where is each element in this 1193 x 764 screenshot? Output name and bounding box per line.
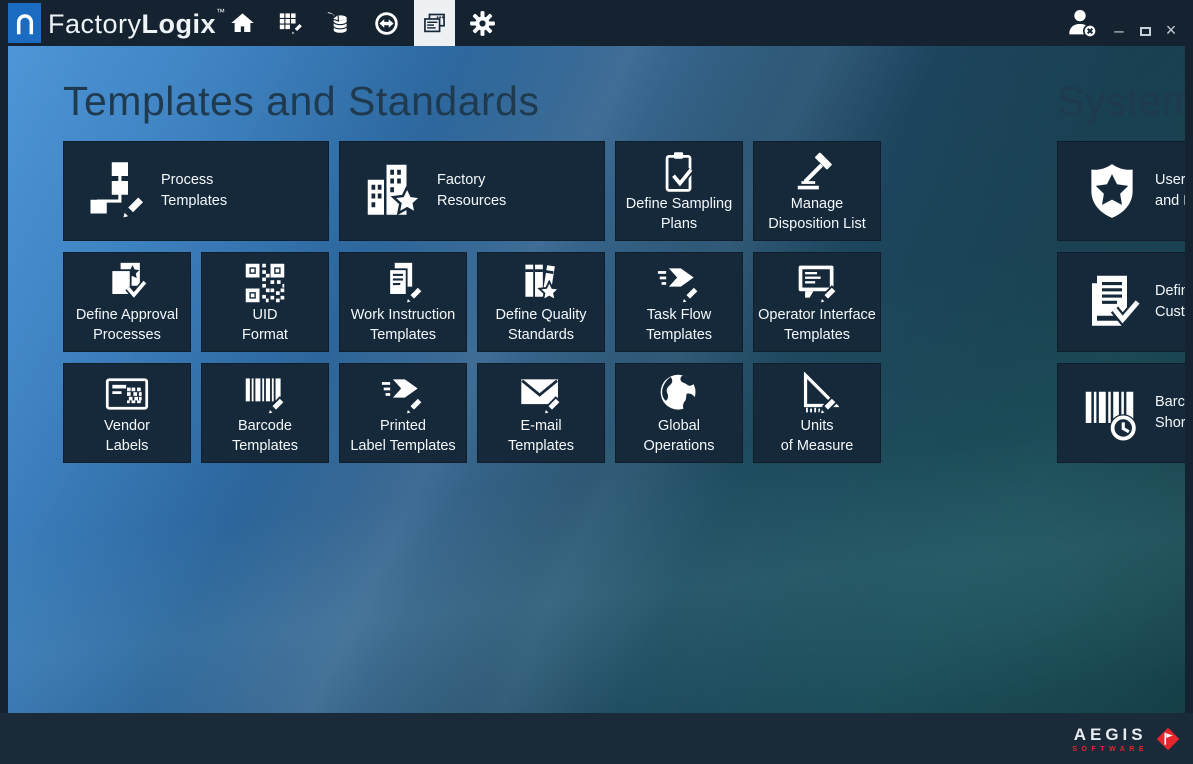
tile-label: UIDFormat — [204, 305, 326, 345]
aegis-flag-icon — [1153, 724, 1183, 754]
section-title-system: System — [1057, 78, 1185, 125]
tile-uid-qr[interactable]: UIDFormat — [201, 252, 329, 352]
tile-operator-interface[interactable]: Operator InterfaceTemplates — [753, 252, 881, 352]
quality-standards-icon — [519, 261, 563, 305]
aegis-software-text: SOFTWARE — [1072, 746, 1148, 753]
vendor-labels-icon — [105, 372, 149, 416]
printed-label-icon — [381, 372, 425, 416]
define-customers-icon — [1082, 272, 1142, 332]
tile-label: VendorLabels — [66, 416, 188, 456]
tile-task-flow[interactable]: Task FlowTemplates — [615, 252, 743, 352]
tile-globe[interactable]: GlobalOperations — [615, 363, 743, 463]
product-definition-icon[interactable] — [270, 0, 311, 46]
maximize-button[interactable] — [1137, 24, 1153, 38]
bottom-bar: AEGIS SOFTWARE — [0, 713, 1193, 764]
approval-processes-icon — [105, 261, 149, 305]
tile-vendor-labels[interactable]: VendorLabels — [63, 363, 191, 463]
tile-label: ProcessTemplates — [161, 170, 324, 212]
app-window: FactoryLogix™ –× Templates and Standards… — [0, 0, 1193, 764]
tile-label: BarcodeTemplates — [204, 416, 326, 456]
factory-resources-icon — [364, 161, 424, 221]
sampling-plans-icon — [657, 150, 701, 194]
tile-label: Define ApprovalProcesses — [66, 305, 188, 345]
aegis-brand-text: AEGIS — [1072, 725, 1148, 745]
users-roles-icon — [1082, 161, 1142, 221]
tile-factory-resources[interactable]: FactoryResources — [339, 141, 605, 241]
task-flow-icon — [657, 261, 701, 305]
globe-icon — [657, 372, 701, 416]
tile-sampling-plans[interactable]: Define SamplingPlans — [615, 141, 743, 241]
operator-interface-icon — [795, 261, 839, 305]
work-instruction-icon — [381, 261, 425, 305]
tile-label: Task FlowTemplates — [618, 305, 740, 345]
main-nav — [222, 0, 510, 46]
aegis-wordmark: AEGIS SOFTWARE — [1072, 725, 1148, 753]
tile-email[interactable]: E-mailTemplates — [477, 363, 605, 463]
tile-label: Define SamplingPlans — [618, 194, 740, 234]
home-icon[interactable] — [222, 0, 263, 46]
tile-units-measure[interactable]: Unitsof Measure — [753, 363, 881, 463]
tile-label: Work InstructionTemplates — [342, 305, 464, 345]
app-logo-icon — [8, 3, 41, 43]
tile-disposition-gavel[interactable]: ManageDisposition List — [753, 141, 881, 241]
section-title-templates-and-standards: Templates and Standards — [63, 78, 539, 125]
tile-define-customers[interactable]: DefineCustomers — [1057, 252, 1185, 352]
barcode-clock-icon — [1082, 383, 1142, 443]
tile-quality-standards[interactable]: Define QualityStandards — [477, 252, 605, 352]
close-button[interactable]: × — [1163, 24, 1179, 38]
tile-label: FactoryResources — [437, 170, 600, 212]
disposition-gavel-icon — [795, 150, 839, 194]
import-data-icon[interactable] — [318, 0, 359, 46]
tile-label: E-mailTemplates — [480, 416, 602, 456]
process-templates-icon — [88, 161, 148, 221]
user-offline-icon[interactable] — [1066, 7, 1098, 39]
aegis-logo: AEGIS SOFTWARE — [1072, 724, 1183, 754]
settings-icon[interactable] — [462, 0, 503, 46]
tile-work-instruction[interactable]: Work InstructionTemplates — [339, 252, 467, 352]
uid-qr-icon — [243, 261, 287, 305]
top-bar: FactoryLogix™ –× — [0, 0, 1193, 46]
tile-process-templates[interactable]: ProcessTemplates — [63, 141, 329, 241]
content-area: Templates and Standards System ProcessTe… — [8, 46, 1185, 713]
minimize-button[interactable]: – — [1111, 24, 1127, 38]
tile-users-roles[interactable]: Usersand Roles — [1057, 141, 1185, 241]
tile-label: Usersand Roles — [1155, 170, 1185, 212]
tile-label: GlobalOperations — [618, 416, 740, 456]
brand-bold: Logix — [142, 9, 217, 39]
tile-barcode-pencil[interactable]: BarcodeTemplates — [201, 363, 329, 463]
tile-label: DefineCustomers — [1155, 281, 1185, 323]
transfer-icon[interactable] — [366, 0, 407, 46]
brand-regular: Factory — [48, 9, 142, 39]
templates-icon[interactable] — [414, 0, 455, 46]
tile-printed-label[interactable]: PrintedLabel Templates — [339, 363, 467, 463]
tile-barcode-clock[interactable]: BarcodeShortcuts — [1057, 363, 1185, 463]
units-measure-icon — [795, 372, 839, 416]
tile-label: ManageDisposition List — [756, 194, 878, 234]
tile-label: BarcodeShortcuts — [1155, 392, 1185, 434]
barcode-pencil-icon — [243, 372, 287, 416]
brand-name: FactoryLogix™ — [48, 7, 225, 40]
tile-label: Operator InterfaceTemplates — [756, 305, 878, 345]
maximize-icon — [1140, 27, 1151, 36]
tile-label: PrintedLabel Templates — [342, 416, 464, 456]
tile-label: Unitsof Measure — [756, 416, 878, 456]
email-icon — [519, 372, 563, 416]
tile-label: Define QualityStandards — [480, 305, 602, 345]
window-controls: –× — [1111, 24, 1179, 38]
tile-approval-processes[interactable]: Define ApprovalProcesses — [63, 252, 191, 352]
